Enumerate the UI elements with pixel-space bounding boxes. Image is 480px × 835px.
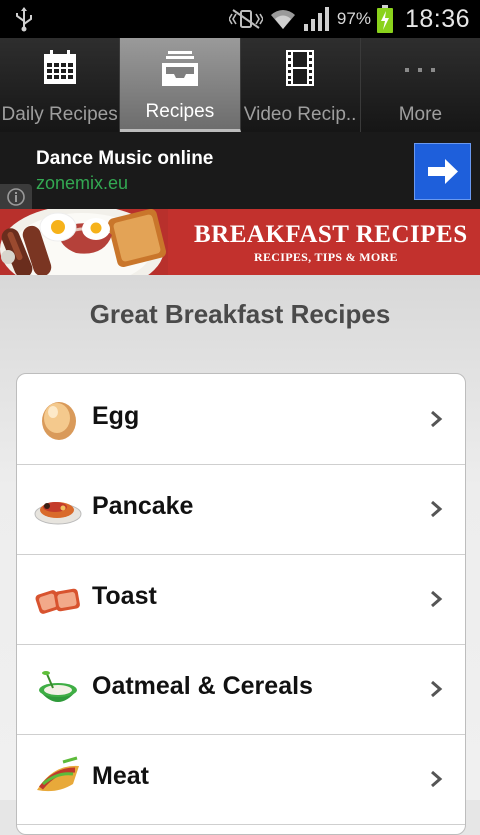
tab-daily-recipes[interactable]: Daily Recipes bbox=[0, 38, 121, 132]
breakfast-banner: BREAKFAST RECIPES RECIPES, TIPS & MORE bbox=[0, 209, 480, 275]
ad-go-button[interactable] bbox=[414, 143, 471, 200]
banner-title: BREAKFAST RECIPES bbox=[194, 221, 468, 248]
breakfast-plate-image bbox=[0, 209, 168, 275]
list-item-label: Meat bbox=[92, 762, 149, 790]
wifi-icon bbox=[270, 10, 295, 29]
list-item-label: Oatmeal & Cereals bbox=[92, 672, 313, 700]
tab-label: Recipes bbox=[145, 101, 215, 122]
list-item-label: Toast bbox=[92, 582, 157, 610]
list-item-label: Pancake bbox=[92, 492, 194, 520]
list-item-meat[interactable]: Meat bbox=[17, 734, 465, 825]
list-item-toast[interactable]: Toast bbox=[17, 554, 465, 645]
info-icon bbox=[7, 188, 25, 206]
list-item-pancake[interactable]: Pancake bbox=[17, 464, 465, 555]
list-item-label: Egg bbox=[92, 402, 140, 430]
ad-title: Dance Music online bbox=[36, 148, 214, 169]
chevron-right-icon bbox=[431, 770, 443, 788]
chevron-right-icon bbox=[431, 410, 443, 428]
chevron-right-icon bbox=[431, 500, 443, 518]
clock: 18:36 bbox=[404, 4, 470, 33]
meat-wrap-icon bbox=[37, 756, 79, 792]
chevron-right-icon bbox=[431, 590, 443, 608]
tab-label: More bbox=[398, 104, 443, 125]
category-list: Egg Pancake Toast Oatmeal & Cereals Meat bbox=[16, 373, 466, 835]
list-item-egg[interactable]: Egg bbox=[17, 374, 465, 465]
ad-banner[interactable]: Dance Music online zonemix.eu bbox=[0, 132, 480, 209]
calendar-icon bbox=[43, 50, 76, 84]
vibrate-mute-icon bbox=[228, 9, 263, 29]
tab-recipes[interactable]: Recipes bbox=[120, 38, 241, 132]
oatmeal-bowl-icon bbox=[39, 671, 77, 702]
tab-label: Video Recip.. bbox=[243, 104, 357, 125]
inbox-tray-icon bbox=[161, 51, 198, 86]
ad-domain: zonemix.eu bbox=[36, 173, 129, 193]
signal-icon bbox=[303, 7, 329, 31]
main-content: Great Breakfast Recipes Egg Pancake Toas… bbox=[0, 275, 480, 835]
chevron-right-icon bbox=[431, 680, 443, 698]
film-icon bbox=[286, 50, 315, 86]
battery-charging-icon bbox=[376, 5, 393, 33]
pancake-icon bbox=[34, 502, 82, 525]
tab-label: Daily Recipes bbox=[1, 104, 118, 125]
page-title: Great Breakfast Recipes bbox=[89, 299, 391, 329]
ad-info-button[interactable] bbox=[0, 184, 32, 209]
banner-subtitle: RECIPES, TIPS & MORE bbox=[254, 250, 398, 264]
arrow-right-icon bbox=[428, 159, 458, 184]
tab-video-recipes[interactable]: Video Recip.. bbox=[240, 38, 361, 132]
list-item-oatmeal-cereals[interactable]: Oatmeal & Cereals bbox=[17, 644, 465, 735]
status-bar: 97% 18:36 bbox=[0, 0, 480, 38]
tab-bar: Daily Recipes Recipes Video Recip.. More bbox=[0, 38, 480, 132]
battery-percent: 97% bbox=[336, 9, 371, 28]
egg-icon bbox=[42, 402, 76, 440]
tab-more[interactable]: More bbox=[360, 38, 480, 132]
usb-icon bbox=[16, 7, 32, 32]
toast-icon bbox=[35, 588, 80, 614]
more-dots-icon bbox=[405, 68, 436, 72]
